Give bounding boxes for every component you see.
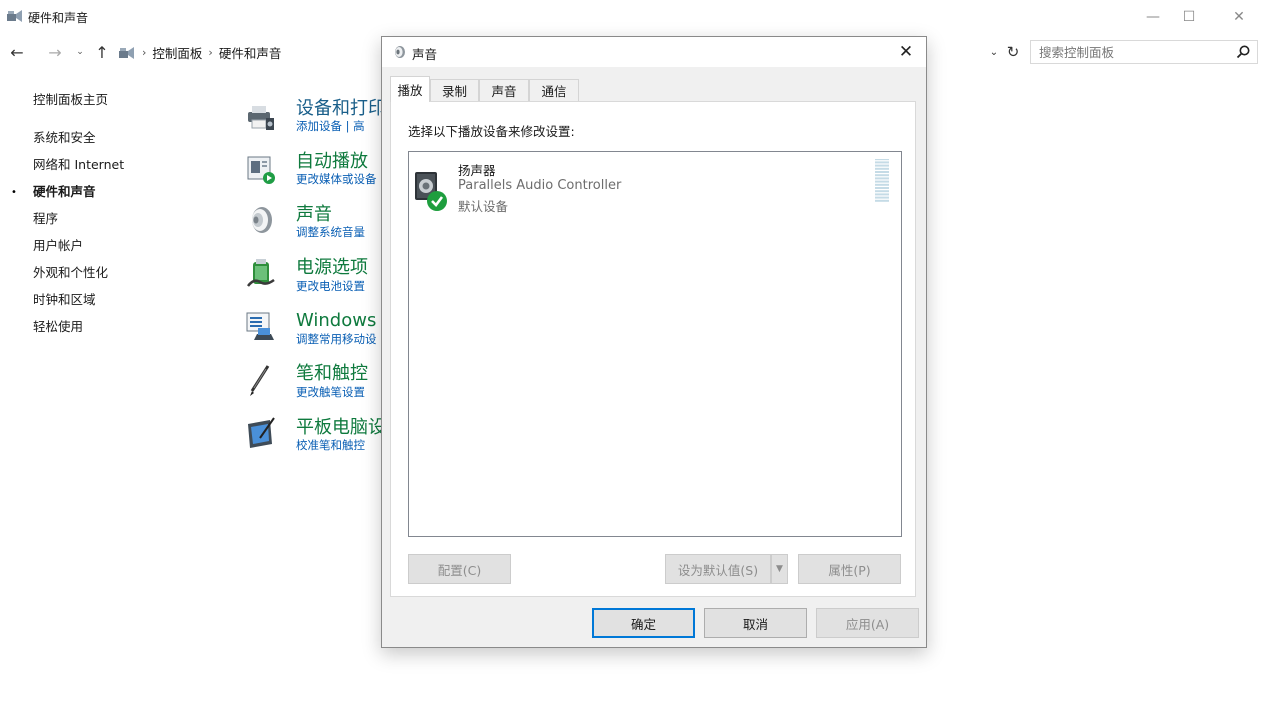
category-devices-printers-link[interactable]: 添加设备 | 高 bbox=[296, 118, 365, 134]
mobility-icon bbox=[246, 312, 274, 340]
pen-icon bbox=[250, 365, 270, 396]
category-pen-touch[interactable]: 笔和触控 bbox=[296, 359, 368, 385]
level-meter-segment bbox=[875, 187, 889, 189]
level-meter-segment bbox=[875, 159, 889, 161]
device-description: Parallels Audio Controller bbox=[458, 178, 622, 193]
set-default-button[interactable]: 设为默认值(S) bbox=[665, 554, 771, 584]
tab-playback[interactable]: 播放 bbox=[390, 76, 430, 102]
search-box bbox=[1030, 40, 1258, 64]
sidebar-item-user-accounts[interactable]: 用户帐户 bbox=[33, 235, 83, 254]
level-meter-segment bbox=[875, 167, 889, 170]
dialog-close-button[interactable]: ✕ bbox=[886, 37, 926, 67]
level-meter-segment bbox=[875, 190, 889, 193]
category-power-options-link[interactable]: 更改电池设置 bbox=[296, 278, 365, 294]
window-titlebar: 硬件和声音 — ☐ ✕ bbox=[0, 0, 1268, 34]
autoplay-icon bbox=[247, 156, 275, 184]
active-item-bullet: • bbox=[11, 187, 17, 198]
sidebar-item-network[interactable]: 网络和 Internet bbox=[33, 154, 124, 173]
power-icon bbox=[247, 259, 275, 287]
ok-button[interactable]: 确定 bbox=[592, 608, 695, 638]
tab-communications[interactable]: 通信 bbox=[529, 79, 579, 101]
apply-button[interactable]: 应用(A) bbox=[816, 608, 919, 638]
category-tablet-settings-link[interactable]: 校准笔和触控 bbox=[296, 437, 365, 453]
volume-level-meter bbox=[875, 159, 889, 202]
breadcrumb-control-panel[interactable]: 控制面板 bbox=[152, 43, 202, 62]
back-button[interactable]: ← bbox=[6, 36, 28, 68]
dialog-title: 声音 bbox=[412, 47, 438, 62]
sidebar-item-hardware-sound[interactable]: 硬件和声音 bbox=[33, 181, 96, 200]
playback-device-list[interactable]: 扬声器 Parallels Audio Controller 默认设备 bbox=[408, 151, 902, 537]
category-windows-mobility-link[interactable]: 调整常用移动设 bbox=[296, 331, 377, 347]
category-devices-printers[interactable]: 设备和打印 bbox=[296, 94, 386, 120]
level-meter-segment bbox=[875, 180, 889, 183]
maximize-button[interactable]: ☐ bbox=[1166, 0, 1212, 34]
level-meter-segment bbox=[875, 171, 889, 173]
tab-sounds[interactable]: 声音 bbox=[479, 79, 529, 101]
sidebar-item-system-security[interactable]: 系统和安全 bbox=[33, 127, 96, 146]
sound-dialog-icon bbox=[395, 46, 405, 58]
category-sound-link[interactable]: 调整系统音量 bbox=[296, 224, 365, 240]
breadcrumb-separator[interactable]: › bbox=[142, 46, 146, 59]
close-window-button[interactable]: ✕ bbox=[1216, 0, 1262, 34]
sidebar-item-clock-region[interactable]: 时钟和区域 bbox=[33, 289, 96, 308]
list-item[interactable]: 扬声器 Parallels Audio Controller 默认设备 bbox=[409, 152, 901, 216]
instruction-text: 选择以下播放设备来修改设置: bbox=[408, 124, 575, 139]
printer-icon bbox=[248, 106, 274, 130]
sidebar-item-home[interactable]: 控制面板主页 bbox=[33, 89, 108, 108]
breadcrumb: › 控制面板 › 硬件和声音 bbox=[142, 36, 281, 68]
breadcrumb-separator[interactable]: › bbox=[208, 46, 212, 59]
category-pen-touch-link[interactable]: 更改触笔设置 bbox=[296, 384, 365, 400]
playback-tab-panel: 选择以下播放设备来修改设置: 扬声器 Parallels Audio Contr… bbox=[390, 101, 916, 597]
cancel-button[interactable]: 取消 bbox=[704, 608, 807, 638]
refresh-button[interactable]: ↻ bbox=[1004, 36, 1022, 68]
level-meter-segment bbox=[875, 164, 889, 167]
set-default-dropdown-button[interactable]: ▼ bbox=[771, 554, 788, 584]
window-title: 硬件和声音 bbox=[28, 11, 89, 25]
category-power-options[interactable]: 电源选项 bbox=[296, 253, 368, 279]
sidebar-item-programs[interactable]: 程序 bbox=[33, 208, 58, 227]
search-icon[interactable] bbox=[1235, 44, 1251, 60]
speaker-icon bbox=[252, 207, 272, 233]
device-name: 扬声器 bbox=[458, 163, 496, 178]
level-meter-segment bbox=[875, 199, 889, 202]
configure-button[interactable]: 配置(C) bbox=[408, 554, 511, 584]
level-meter-segment bbox=[875, 183, 889, 186]
category-tablet-settings[interactable]: 平板电脑设 bbox=[296, 413, 386, 439]
control-panel-icon bbox=[119, 47, 134, 59]
sidebar-item-ease-of-access[interactable]: 轻松使用 bbox=[33, 316, 83, 335]
tablet-icon bbox=[248, 417, 275, 448]
up-button[interactable]: ↑ bbox=[92, 36, 112, 68]
tab-recording[interactable]: 录制 bbox=[430, 79, 479, 101]
level-meter-segment bbox=[875, 161, 889, 164]
forward-button[interactable]: → bbox=[44, 36, 66, 68]
properties-button[interactable]: 属性(P) bbox=[798, 554, 901, 584]
recent-locations-button[interactable]: ⌄ bbox=[73, 36, 87, 68]
sidebar-item-appearance[interactable]: 外观和个性化 bbox=[33, 262, 108, 281]
level-meter-segment bbox=[875, 174, 889, 177]
breadcrumb-hardware-sound[interactable]: 硬件和声音 bbox=[219, 43, 282, 62]
category-autoplay-link[interactable]: 更改媒体或设备 bbox=[296, 171, 377, 187]
level-meter-segment bbox=[875, 196, 889, 199]
speaker-device-icon bbox=[415, 172, 447, 211]
level-meter-segment bbox=[875, 193, 889, 196]
dialog-titlebar[interactable]: 声音 ✕ bbox=[382, 37, 926, 67]
device-status: 默认设备 bbox=[458, 199, 509, 214]
level-meter-segment bbox=[875, 177, 889, 180]
category-autoplay[interactable]: 自动播放 bbox=[296, 147, 368, 173]
sound-dialog: 声音 ✕ 播放 录制 声音 通信 选择以下播放设备来修改设置: 扬声器 Para… bbox=[381, 36, 927, 648]
category-sound[interactable]: 声音 bbox=[296, 200, 332, 226]
hardware-sound-icon bbox=[7, 10, 22, 22]
address-dropdown-button[interactable]: ⌄ bbox=[986, 36, 1002, 68]
search-input[interactable] bbox=[1031, 41, 1237, 63]
